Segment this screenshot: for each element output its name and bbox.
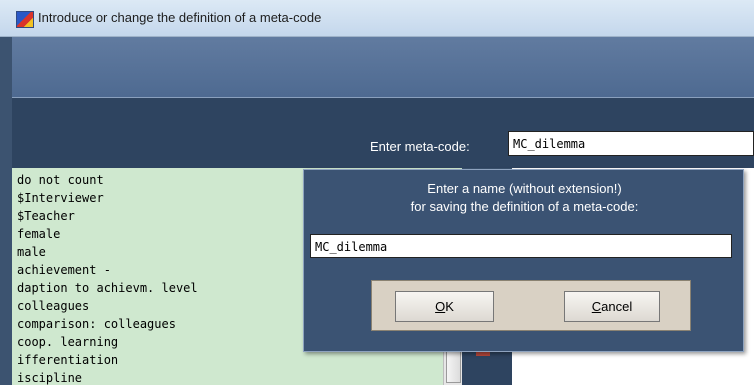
header-band (12, 37, 754, 97)
meta-code-input[interactable]: MC_dilemma (508, 131, 754, 156)
list-item[interactable]: male (17, 245, 46, 260)
list-item[interactable]: comparison: colleagues (17, 317, 176, 332)
list-item[interactable]: coop. learning (17, 335, 118, 350)
filename-input[interactable]: MC_dilemma (310, 234, 732, 258)
ok-button[interactable]: OK (395, 291, 494, 322)
list-item[interactable]: $Teacher (17, 209, 75, 224)
dialog-prompt-line1: Enter a name (without extension!) (427, 181, 622, 196)
list-item[interactable]: ifferentiation (17, 353, 118, 368)
list-item[interactable]: iscipline (17, 371, 82, 385)
cancel-button[interactable]: Cancel (564, 291, 660, 322)
list-item[interactable]: colleagues (17, 299, 89, 314)
cancel-accelerator: C (591, 299, 602, 314)
list-item[interactable]: female (17, 227, 60, 242)
button-panel: OK Cancel (371, 280, 691, 331)
list-item[interactable]: $Interviewer (17, 191, 104, 206)
list-item[interactable]: daption to achievm. level (17, 281, 198, 296)
window-title: Introduce or change the definition of a … (38, 10, 322, 25)
meta-code-label: Enter meta-code: (370, 139, 470, 154)
dialog-prompt-line2: for saving the definition of a meta-code… (410, 199, 639, 214)
ok-label: K (445, 299, 454, 314)
list-item[interactable]: do not count (17, 173, 104, 188)
title-bar[interactable]: Introduce or change the definition of a … (0, 0, 754, 37)
list-item[interactable]: achievement - (17, 263, 111, 278)
ok-accelerator: O (435, 299, 446, 314)
save-name-dialog: Enter a name (without extension!) for sa… (303, 169, 744, 352)
app-icon (16, 11, 34, 28)
main-window: Introduce or change the definition of a … (0, 0, 754, 385)
cancel-label: ancel (601, 299, 633, 314)
